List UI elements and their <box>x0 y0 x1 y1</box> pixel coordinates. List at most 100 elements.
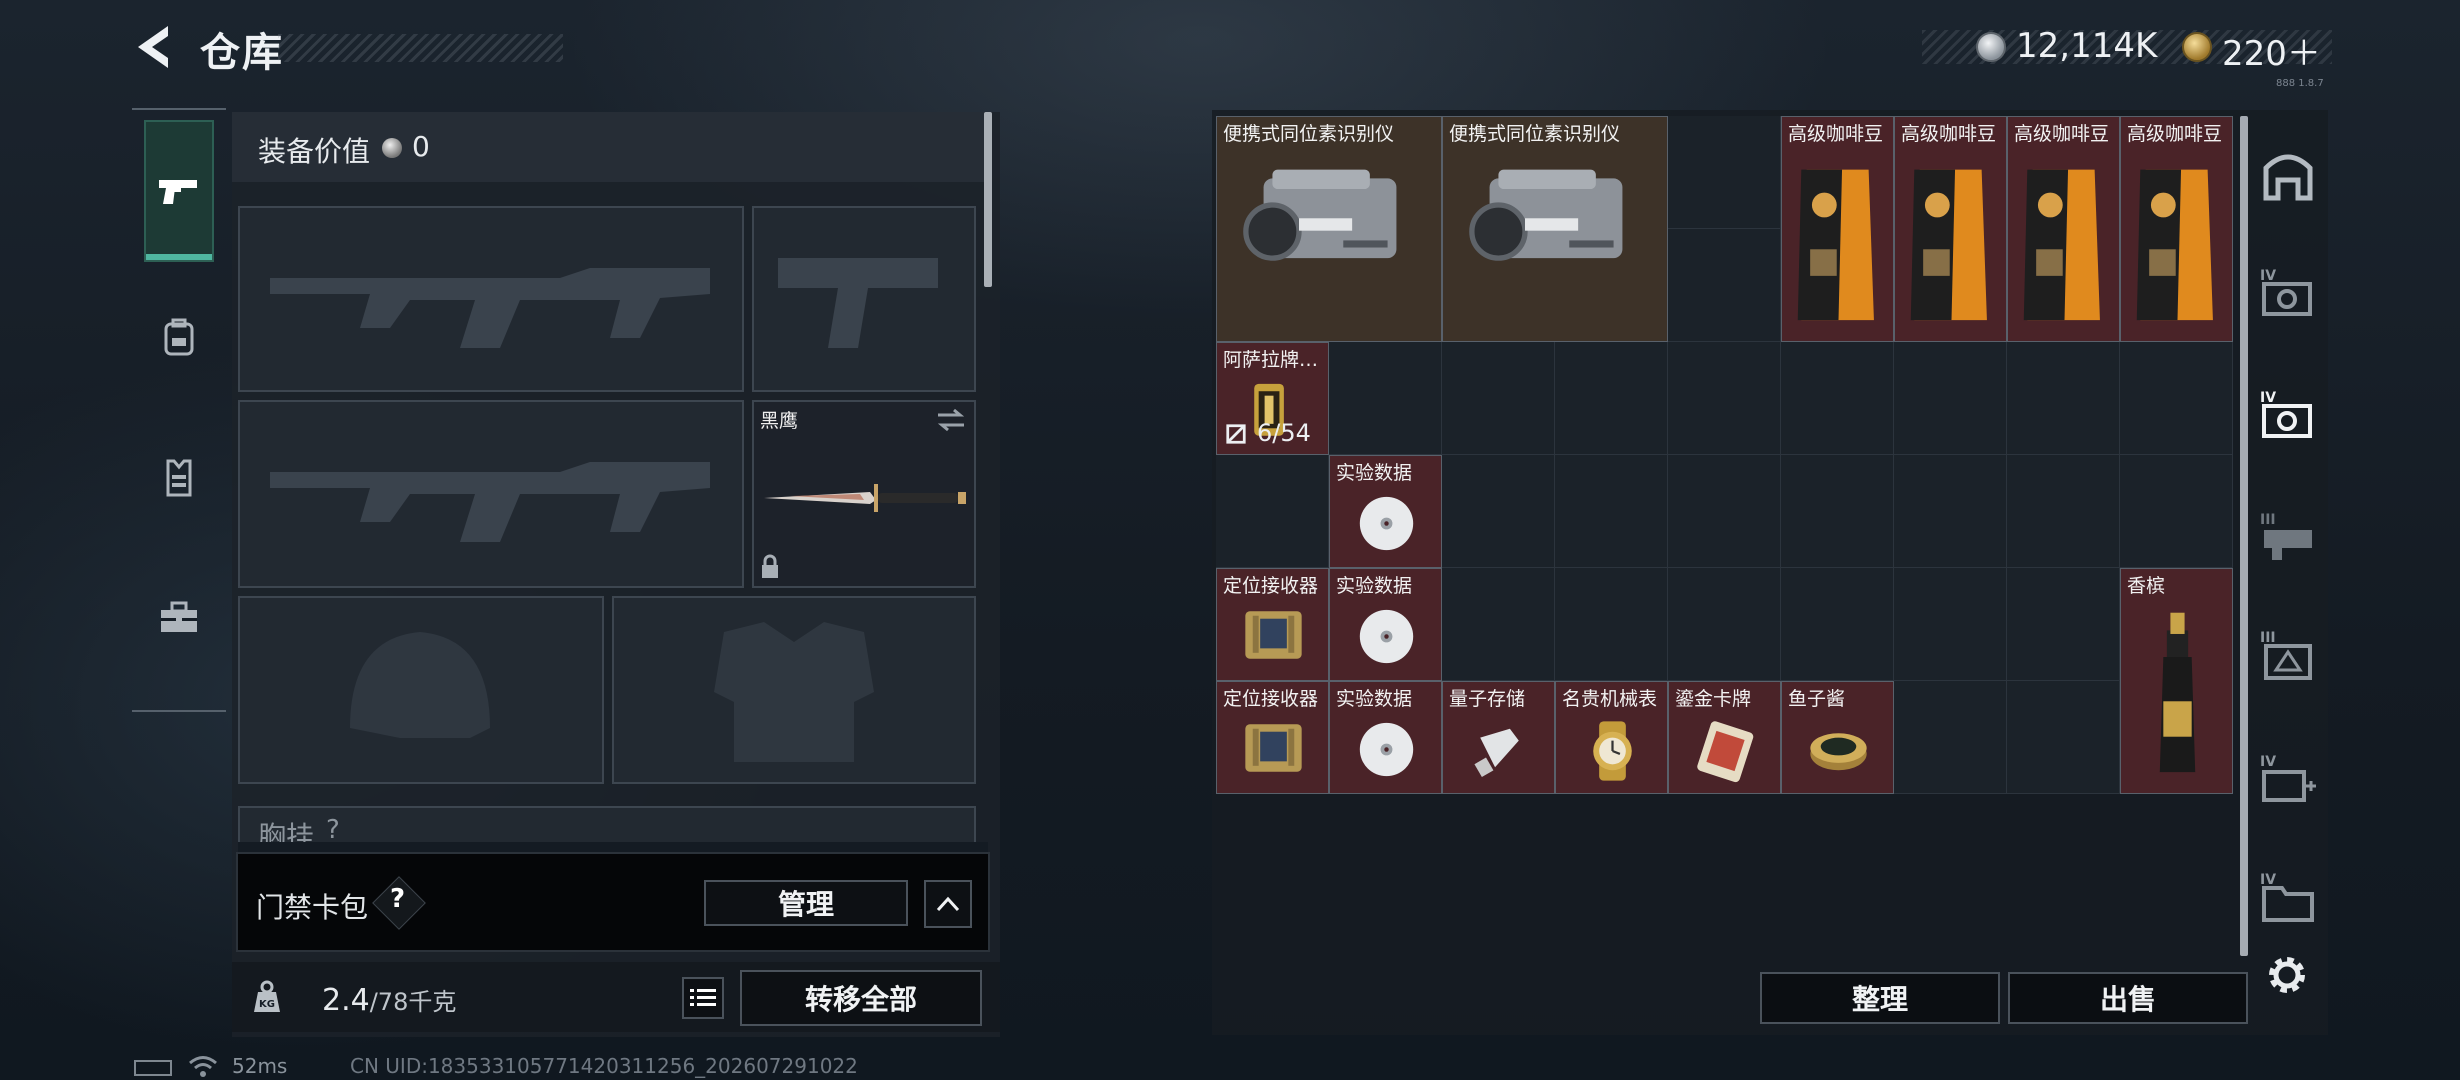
equipment-scrollbar[interactable] <box>984 112 992 287</box>
primary-weapon-slot-2[interactable] <box>238 400 744 588</box>
primary-weapon-slot[interactable] <box>238 206 744 392</box>
help-icon[interactable]: ? <box>390 884 405 914</box>
armor-silhouette-icon <box>714 622 874 762</box>
svg-text:IV: IV <box>2260 390 2276 406</box>
storage-item[interactable]: 定位接收器 <box>1216 568 1329 681</box>
storage-item[interactable]: 便携式同位素识别仪 <box>1216 116 1442 342</box>
storage-item[interactable]: 高级咖啡豆 <box>2120 116 2233 342</box>
storage-item[interactable]: 实验数据 <box>1329 455 1442 568</box>
manage-button[interactable]: 管理 <box>704 880 908 926</box>
item-name: 实验数据 <box>1336 688 1413 710</box>
storage-tab-2-active[interactable]: IV <box>2258 384 2318 444</box>
grid-cell[interactable] <box>1555 342 1668 455</box>
rifle-silhouette-icon <box>270 268 710 348</box>
rail-item-vest[interactable] <box>144 442 214 512</box>
item-name: 量子存储 <box>1449 688 1526 710</box>
toolbox-icon <box>161 601 197 632</box>
storage-item[interactable]: 名贵机械表 <box>1555 681 1668 794</box>
item-name: 鎏金卡牌 <box>1675 688 1752 710</box>
melee-slot[interactable]: 黑鹰 <box>752 400 976 588</box>
grid-cell[interactable] <box>1442 342 1555 455</box>
storage-item[interactable]: 高级咖啡豆 <box>2007 116 2120 342</box>
secondary-weapon-slot[interactable] <box>752 206 976 392</box>
grid-cell[interactable] <box>2120 455 2233 568</box>
storage-tab-6[interactable]: IV <box>2258 866 2318 926</box>
item-name: 名贵机械表 <box>1562 688 1658 710</box>
storage-item[interactable]: 实验数据 <box>1329 568 1442 681</box>
grid-cell[interactable] <box>1894 568 2007 681</box>
grid-cell[interactable] <box>1555 568 1668 681</box>
vest-icon <box>166 459 192 497</box>
grid-cell[interactable] <box>1668 342 1781 455</box>
grid-cell[interactable] <box>2007 455 2120 568</box>
chest-rig-help: ? <box>326 815 340 845</box>
storage-tab-safebox[interactable] <box>2258 146 2318 206</box>
back-arrow-icon[interactable] <box>130 22 176 72</box>
storage-scrollbar[interactable] <box>2240 116 2248 956</box>
coin-icon <box>382 138 402 158</box>
weight-current: 2.4 <box>322 983 370 1018</box>
rail-item-backpack[interactable] <box>144 302 214 372</box>
grid-cell[interactable] <box>1894 342 2007 455</box>
wifi-icon <box>189 1056 217 1077</box>
grid-cell[interactable] <box>1668 568 1781 681</box>
storage-tab-1[interactable]: IV <box>2258 262 2318 322</box>
grid-cell[interactable] <box>1781 342 1894 455</box>
silver-amount: 12,114K <box>2016 26 2158 66</box>
disc-icon <box>1359 609 1414 664</box>
silver-coin-icon <box>1976 32 2006 62</box>
storage-item[interactable]: 鎏金卡牌 <box>1668 681 1781 794</box>
storage-tab-4[interactable]: III <box>2258 624 2318 684</box>
grid-cell[interactable] <box>1216 455 1329 568</box>
svg-text:III: III <box>2260 512 2276 528</box>
grid-cell[interactable] <box>2007 681 2120 794</box>
settings-gear-icon[interactable] <box>2264 952 2310 998</box>
storage-item[interactable]: 香槟 <box>2120 568 2233 794</box>
grid-cell[interactable] <box>1781 455 1894 568</box>
gold-amount[interactable]: 220＋ <box>2222 26 2321 75</box>
watch-icon <box>1593 721 1632 781</box>
uid-text: CN UID:18353310577142031125­6_2026072910… <box>350 1054 858 1078</box>
grid-cell[interactable] <box>1555 455 1668 568</box>
item-name: 高级咖啡豆 <box>1901 123 1997 145</box>
lock-icon <box>762 554 778 578</box>
storage-item[interactable]: 便携式同位素识别仪 <box>1442 116 1668 342</box>
storage-item[interactable]: 鱼子酱 <box>1781 681 1894 794</box>
storage-item[interactable]: 实验数据 <box>1329 681 1442 794</box>
grid-cell[interactable] <box>1668 116 1781 229</box>
storage-item[interactable]: 高级咖啡豆 <box>1894 116 2007 342</box>
grid-cell[interactable] <box>1668 229 1781 342</box>
storage-item[interactable]: 量子存储 <box>1442 681 1555 794</box>
helmet-slot[interactable] <box>238 596 604 784</box>
storage-item[interactable]: 阿萨拉牌… 6/54 <box>1216 342 1329 455</box>
receiver-icon <box>1245 724 1302 772</box>
knife-icon <box>764 484 966 512</box>
rail-item-toolbox[interactable] <box>144 582 214 652</box>
tidy-button[interactable]: 整理 <box>1760 972 2000 1024</box>
armor-slot[interactable] <box>612 596 976 784</box>
grid-cell[interactable] <box>1781 568 1894 681</box>
grid-cell[interactable] <box>2007 342 2120 455</box>
list-view-button[interactable] <box>682 977 724 1019</box>
rail-item-weapon[interactable] <box>144 120 214 262</box>
item-name: 高级咖啡豆 <box>2014 123 2110 145</box>
item-name: 便携式同位素识别仪 <box>1223 123 1395 145</box>
swap-icon[interactable] <box>936 408 966 432</box>
weight-capacity: /78千克 <box>369 988 457 1016</box>
grid-cell[interactable] <box>2007 568 2120 681</box>
grid-cell[interactable] <box>1329 342 1442 455</box>
grid-cell[interactable] <box>1894 455 2007 568</box>
grid-cell[interactable] <box>1894 681 2007 794</box>
storage-item[interactable]: 定位接收器 <box>1216 681 1329 794</box>
scanner-icon <box>1243 169 1397 261</box>
collapse-button[interactable] <box>924 880 972 928</box>
storage-item[interactable]: 高级咖啡豆 <box>1781 116 1894 342</box>
grid-cell[interactable] <box>1442 568 1555 681</box>
grid-cell[interactable] <box>1668 455 1781 568</box>
transfer-all-button[interactable]: 转移全部 <box>740 970 982 1026</box>
storage-tab-5[interactable]: IV <box>2258 748 2318 808</box>
grid-cell[interactable] <box>2120 342 2233 455</box>
grid-cell[interactable] <box>1442 455 1555 568</box>
storage-tab-3[interactable]: III <box>2258 506 2318 566</box>
sell-button[interactable]: 出售 <box>2008 972 2248 1024</box>
